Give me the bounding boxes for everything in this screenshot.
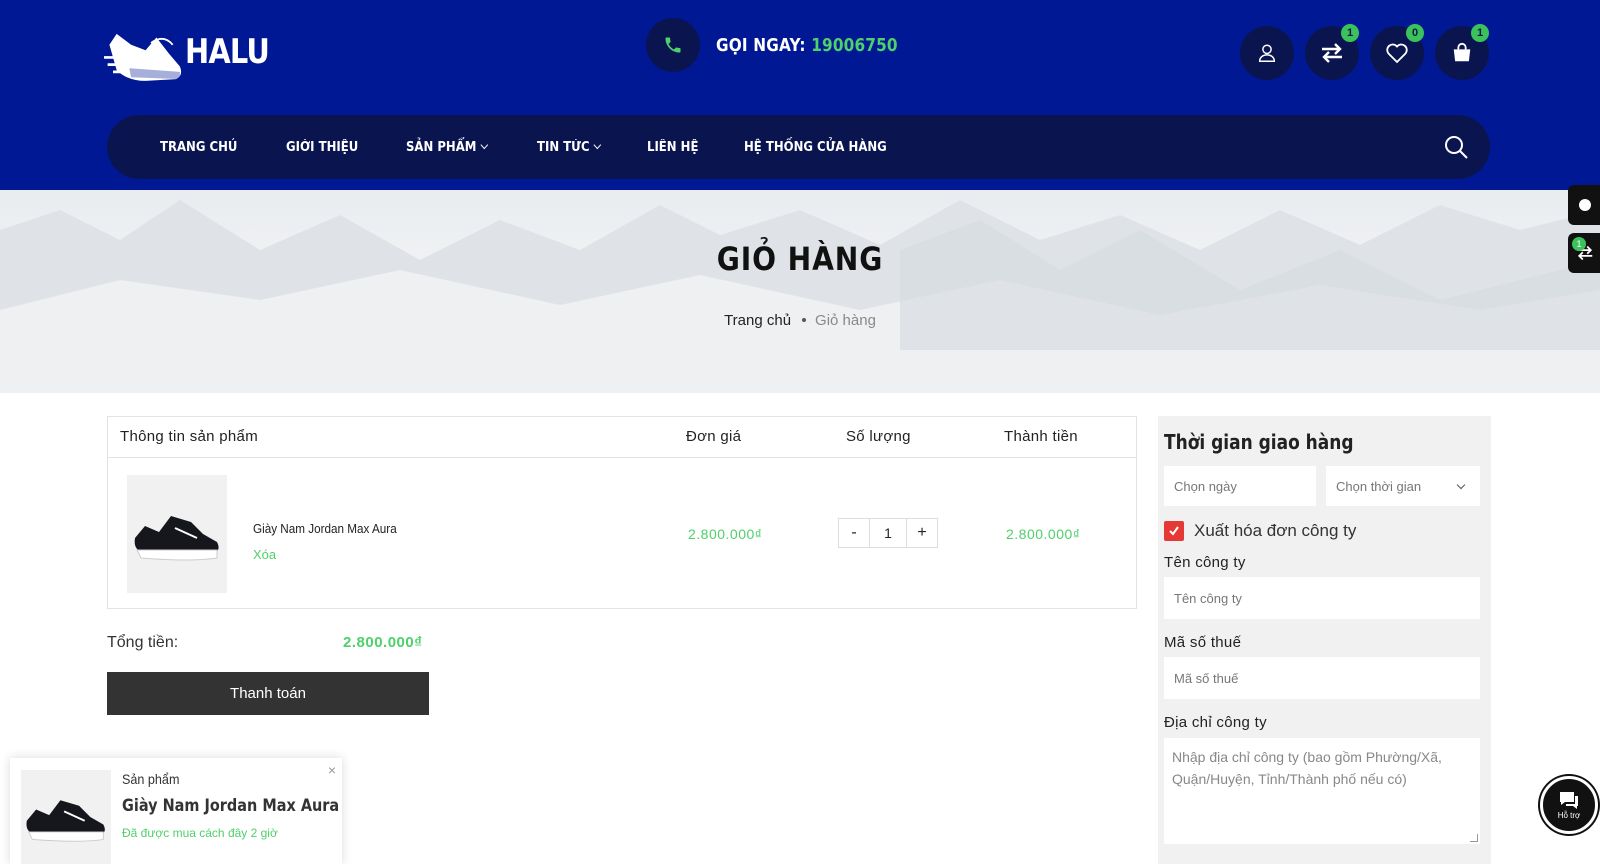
breadcrumb-separator <box>802 318 807 322</box>
checkmark-icon <box>1169 526 1179 536</box>
cart-table: Thông tin sản phẩm Đơn giá Số lượng Thàn… <box>107 416 1137 609</box>
breadcrumb: Trang chủ Giỏ hàng <box>0 312 1600 329</box>
mountain-background <box>0 200 1600 393</box>
user-icon <box>1258 44 1276 62</box>
nav-item-contact[interactable]: LIÊN HỆ <box>647 140 698 155</box>
brand-name: HALU <box>185 32 270 72</box>
nav-item-stores[interactable]: HỆ THỐNG CỬA HÀNG <box>744 140 887 155</box>
compare-button[interactable]: 1 <box>1305 24 1359 80</box>
total-label: Tổng tiền: <box>107 634 179 651</box>
site-header: HALU GỌI NGAY: 19006750 1 0 1 TRANG CHỦ … <box>0 0 1600 190</box>
bag-icon <box>1453 42 1471 62</box>
toast-kicker: Sản phẩm <box>122 771 180 787</box>
cart-button[interactable]: 1 <box>1435 24 1489 80</box>
logo[interactable]: HALU <box>104 14 284 90</box>
recent-purchase-toast: Sản phẩm Giày Nam Jordan Max Aura Đã đượ… <box>10 758 342 864</box>
hotline-number[interactable]: 19006750 <box>811 35 898 56</box>
subtotal-price: 2.800.000₫ <box>1006 526 1081 542</box>
toast-time: Đã được mua cách đây 2 giờ <box>122 826 278 840</box>
side-compare-badge: 1 <box>1572 237 1586 251</box>
chevron-down-icon <box>1456 480 1466 490</box>
resize-handle[interactable] <box>1470 834 1478 842</box>
company-name-input[interactable]: Tên công ty <box>1164 577 1480 619</box>
quantity-input[interactable] <box>869 519 907 547</box>
main-nav: TRANG CHỦ GIỚI THIỆU SẢN PHẨM TIN TỨC LI… <box>107 115 1490 179</box>
support-chat-button[interactable]: Hỗ trợ <box>1540 776 1598 834</box>
hotline[interactable]: GỌI NGAY: 19006750 <box>646 18 930 72</box>
nav-item-label: TRANG CHỦ <box>160 139 238 155</box>
breadcrumb-current: Giỏ hàng <box>815 312 876 329</box>
compare-badge: 1 <box>1341 24 1359 42</box>
nav-item-label: TIN TỨC <box>536 139 590 155</box>
sneaker-image <box>134 516 219 561</box>
decrease-quantity-button[interactable]: - <box>839 519 869 547</box>
nav-item-news[interactable]: TIN TỨC <box>536 139 601 155</box>
globe-icon <box>1579 199 1591 211</box>
side-widgets: 1 <box>1568 185 1600 281</box>
remove-link[interactable]: Xóa <box>253 547 276 562</box>
column-header-subtotal: Thành tiền <box>1004 428 1078 445</box>
nav-item-about[interactable]: GIỚI THIỆU <box>286 140 358 155</box>
total-value: 2.800.000₫ <box>343 634 423 651</box>
side-compare-widget[interactable]: 1 <box>1568 233 1600 273</box>
heart-icon <box>1386 43 1408 64</box>
checkout-button[interactable]: Thanh toán <box>107 672 429 715</box>
product-name[interactable]: Giày Nam Jordan Max Aura <box>253 521 397 536</box>
column-header-product: Thông tin sản phẩm <box>120 428 258 445</box>
wishlist-badge: 0 <box>1406 24 1424 42</box>
header-actions: 1 0 1 <box>1240 24 1489 80</box>
time-select[interactable]: Chọn thời gian <box>1326 466 1480 506</box>
chat-icon <box>1560 792 1578 809</box>
unit-price: 2.800.000₫ <box>688 526 763 542</box>
tax-code-input[interactable]: Mã số thuế <box>1164 657 1480 699</box>
time-select-value: Chọn thời gian <box>1336 478 1422 494</box>
chevron-down-icon <box>480 140 489 150</box>
breadcrumb-home[interactable]: Trang chủ <box>724 312 791 329</box>
page-banner: GIỎ HÀNG Trang chủ Giỏ hàng <box>0 190 1600 393</box>
hotline-label: GỌI NGAY: <box>716 34 806 56</box>
support-label: Hỗ trợ <box>1557 811 1581 820</box>
toast-product-image[interactable] <box>21 770 111 864</box>
nav-item-home[interactable]: TRANG CHỦ <box>160 140 237 155</box>
side-widget-top[interactable] <box>1568 185 1600 225</box>
nav-item-label: HỆ THỐNG CỬA HÀNG <box>744 139 887 155</box>
nav-item-label: GIỚI THIỆU <box>286 139 359 155</box>
header-divider <box>108 457 1136 458</box>
product-image[interactable] <box>127 475 227 593</box>
company-name-label: Tên công ty <box>1164 554 1246 571</box>
company-name-placeholder: Tên công ty <box>1174 590 1242 606</box>
invoice-label: Xuất hóa đơn công ty <box>1194 521 1357 540</box>
delivery-panel: Thời gian giao hàng Chọn ngày Chọn thời … <box>1158 416 1491 864</box>
wishlist-button[interactable]: 0 <box>1370 24 1424 80</box>
quantity-stepper: - + <box>838 518 938 548</box>
tax-code-placeholder: Mã số thuế <box>1174 670 1239 686</box>
sneaker-image <box>26 800 105 842</box>
phone-icon <box>646 18 700 72</box>
cart-badge: 1 <box>1471 24 1489 42</box>
company-address-label: Địa chỉ công ty <box>1164 714 1267 731</box>
compare-icon <box>1322 43 1342 63</box>
company-address-placeholder: Nhập địa chỉ công ty (bao gồm Phường/Xã,… <box>1172 749 1442 787</box>
delivery-title: Thời gian giao hàng <box>1164 430 1354 454</box>
invoice-checkbox[interactable] <box>1164 521 1184 541</box>
increase-quantity-button[interactable]: + <box>907 519 937 547</box>
hotline-text: GỌI NGAY: 19006750 <box>716 35 898 56</box>
date-placeholder: Chọn ngày <box>1174 478 1237 494</box>
date-picker-field[interactable]: Chọn ngày <box>1164 466 1316 506</box>
invoice-checkbox-row[interactable]: Xuất hóa đơn công ty <box>1164 521 1356 541</box>
toast-product-name[interactable]: Giày Nam Jordan Max Aura <box>122 796 339 816</box>
nav-item-label: SẢN PHẨM <box>406 139 477 155</box>
chevron-down-icon <box>593 140 601 150</box>
tax-code-label: Mã số thuế <box>1164 634 1242 651</box>
close-icon[interactable]: × <box>328 762 336 778</box>
page-title: GIỎ HÀNG <box>716 240 884 278</box>
column-header-quantity: Số lượng <box>846 428 911 445</box>
shoe-logo-icon <box>104 33 182 81</box>
account-button[interactable] <box>1240 26 1294 80</box>
nav-item-products[interactable]: SẢN PHẨM <box>406 139 489 155</box>
company-address-textarea[interactable]: Nhập địa chỉ công ty (bao gồm Phường/Xã,… <box>1164 738 1480 844</box>
search-icon[interactable] <box>1442 133 1470 161</box>
nav-item-label: LIÊN HỆ <box>646 139 699 155</box>
column-header-unit-price: Đơn giá <box>686 428 742 445</box>
